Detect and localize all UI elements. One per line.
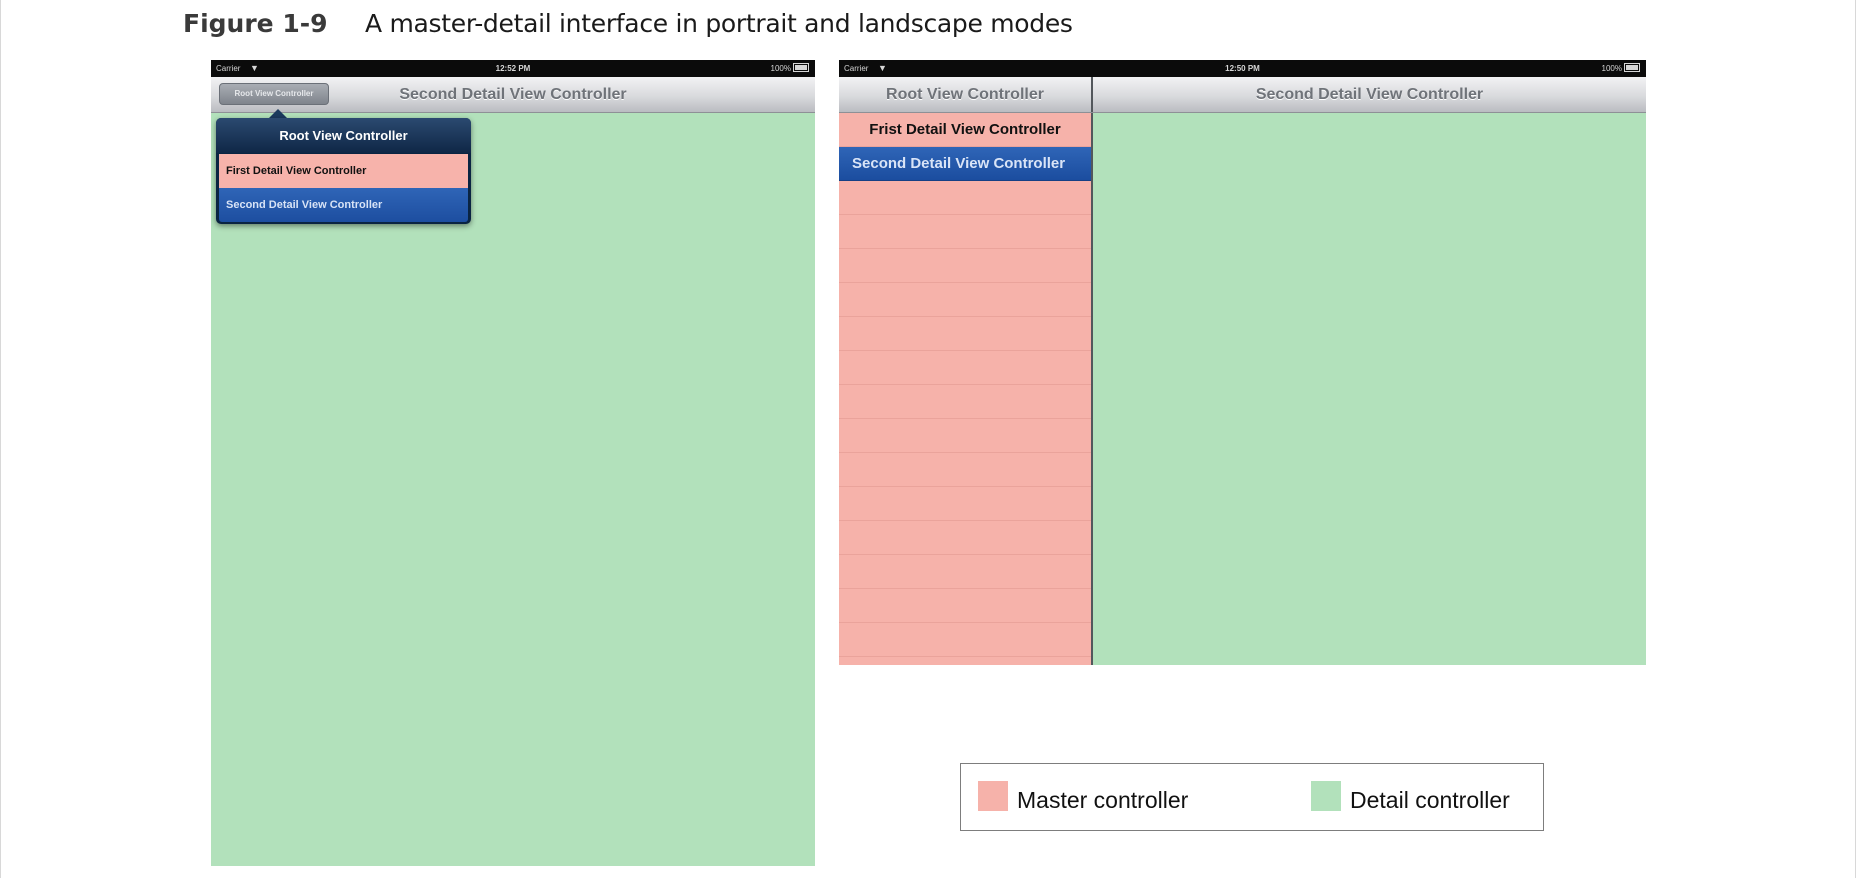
landscape-screenshot: Carrier ▼ 12:50 PM 100% Root View Contro… xyxy=(839,60,1646,665)
page-border-left xyxy=(0,0,1,878)
list-row xyxy=(839,487,1091,521)
popover-title: Root View Controller xyxy=(216,118,471,153)
battery-percent: 100% xyxy=(770,64,791,73)
battery-indicator: 100% xyxy=(771,60,809,77)
legend: Master controller Detail controller xyxy=(960,763,1544,831)
list-row xyxy=(839,249,1091,283)
popover-item-second-detail[interactable]: Second Detail View Controller xyxy=(219,188,468,222)
battery-percent: 100% xyxy=(1601,64,1622,73)
figure-title: A master-detail interface in portrait an… xyxy=(365,8,1073,38)
master-popover: Root View Controller First Detail View C… xyxy=(216,118,471,224)
legend-item-master: Master controller xyxy=(978,779,1188,813)
status-bar: Carrier ▼ 12:50 PM 100% xyxy=(839,60,1646,77)
figure-number: Figure 1-9 xyxy=(183,8,328,38)
list-row xyxy=(839,419,1091,453)
master-item-second-detail[interactable]: Second Detail View Controller xyxy=(839,147,1091,181)
navigation-bar: Root View Controller Second Detail View … xyxy=(839,77,1646,113)
list-row xyxy=(839,589,1091,623)
battery-indicator: 100% xyxy=(1602,60,1640,77)
master-item-first-detail[interactable]: Frist Detail View Controller xyxy=(839,113,1091,147)
list-row xyxy=(839,181,1091,215)
master-nav-title: Root View Controller xyxy=(886,86,1044,103)
battery-icon xyxy=(1624,63,1640,73)
list-row xyxy=(839,555,1091,589)
list-row xyxy=(839,453,1091,487)
legend-item-detail: Detail controller xyxy=(1311,779,1510,813)
list-row xyxy=(839,521,1091,555)
list-row xyxy=(839,385,1091,419)
legend-swatch-master xyxy=(978,781,1008,811)
legend-label-master: Master controller xyxy=(1017,786,1189,813)
legend-label-detail: Detail controller xyxy=(1350,786,1510,813)
portrait-screenshot: Carrier ▼ 12:52 PM 100% Second Detail Vi… xyxy=(211,60,815,866)
navigation-bar: Second Detail View Controller Root View … xyxy=(211,77,815,113)
list-row xyxy=(839,215,1091,249)
status-time: 12:52 PM xyxy=(495,64,531,73)
figure-caption: Figure 1-9 A master-detail interface in … xyxy=(183,6,1073,40)
list-row xyxy=(839,283,1091,317)
status-time: 12:50 PM xyxy=(1225,64,1260,73)
legend-swatch-detail xyxy=(1311,781,1341,811)
battery-icon xyxy=(793,63,809,73)
popover-item-first-detail[interactable]: First Detail View Controller xyxy=(219,154,468,188)
master-list: Frist Detail View Controller Second Deta… xyxy=(839,113,1093,665)
list-row xyxy=(839,623,1091,657)
root-view-controller-button[interactable]: Root View Controller xyxy=(219,83,329,105)
detail-nav-title: Second Detail View Controller xyxy=(1255,86,1484,103)
status-bar: Carrier ▼ 12:52 PM 100% xyxy=(211,60,815,77)
list-row xyxy=(839,351,1091,385)
list-row xyxy=(839,317,1091,351)
